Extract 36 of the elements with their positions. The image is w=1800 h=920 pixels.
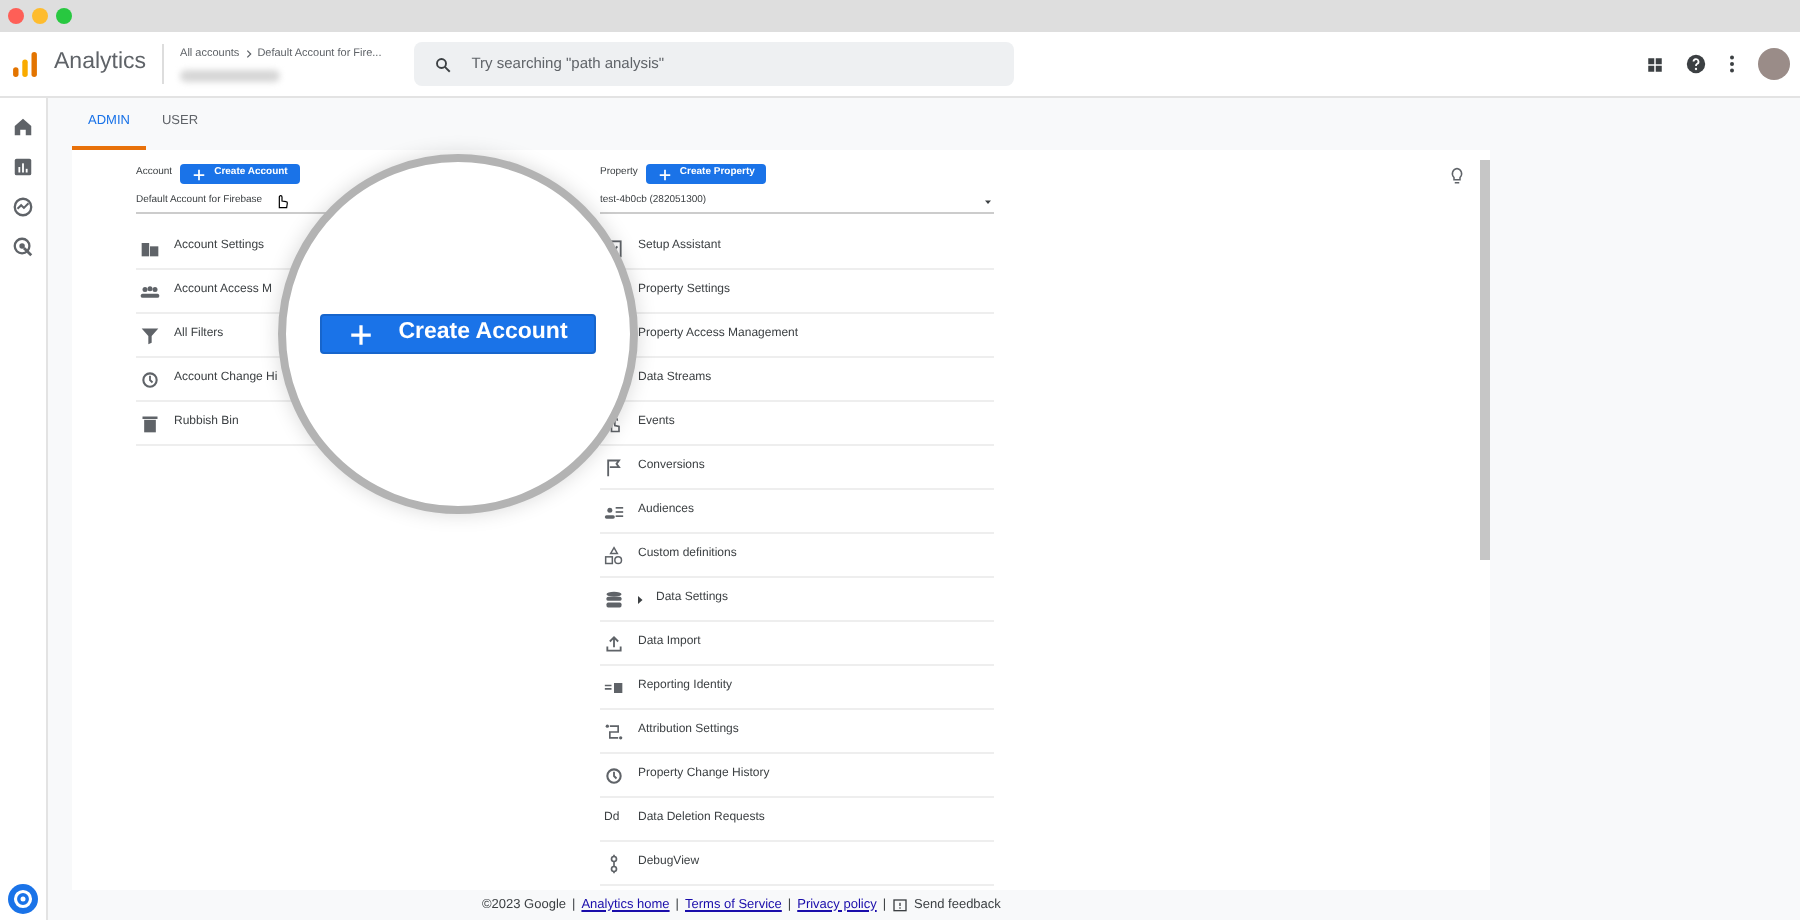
product-name: Analytics [54,48,147,79]
more-options-icon [1728,54,1736,74]
audience-list-icon [604,501,624,521]
database-icon [604,589,624,609]
trend-circle-icon [12,196,34,218]
avatar-icon [1758,48,1790,80]
history-icon [140,369,160,389]
flag-icon [604,457,624,477]
identity-icon [604,677,624,697]
shapes-icon [604,545,624,565]
building-icon [140,237,160,257]
filter-icon [140,325,160,345]
create-account-button[interactable]: Create Account [320,314,596,354]
pointer-hand-cursor-icon [274,190,291,212]
analytics-logo-icon [12,49,38,79]
plus-icon [348,321,375,347]
blurred-property-name [180,70,281,83]
plus-icon [192,167,207,181]
settings-icon [8,884,38,914]
apps-grid-icon [1646,55,1664,73]
help-icon [1686,54,1706,74]
plus-icon [657,167,672,181]
trash-icon [140,413,160,433]
bar-chart-icon [12,156,34,178]
chevron-right-icon [243,48,254,60]
route-icon [604,721,624,741]
history-icon [604,765,624,785]
dropdown-caret-icon [982,195,994,207]
search-icon [433,55,452,73]
people-icon [140,281,160,301]
upload-icon [604,633,624,653]
target-pointer-icon [12,236,34,258]
feedback-icon [892,897,909,913]
scrollbar[interactable] [1480,160,1490,560]
home-icon [12,116,34,138]
lightbulb-icon [1448,166,1466,186]
